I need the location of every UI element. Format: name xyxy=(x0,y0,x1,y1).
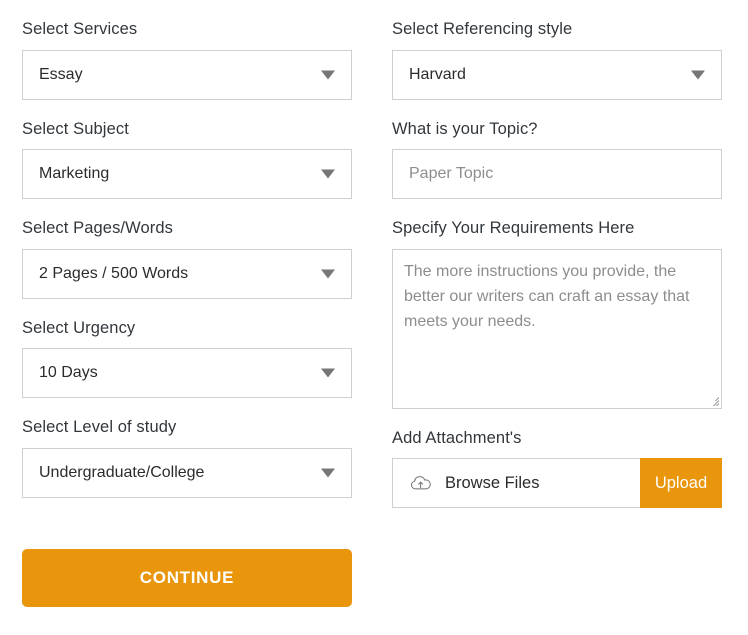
field-select-pages-words: Select Pages/Words 2 Pages / 500 Words xyxy=(22,199,352,299)
label-select-subject: Select Subject xyxy=(22,119,129,138)
topic-input-placeholder: Paper Topic xyxy=(409,165,494,182)
chevron-down-icon xyxy=(321,269,335,278)
select-referencing-style-dropdown[interactable]: Harvard xyxy=(392,49,722,100)
select-subject-dropdown[interactable]: Marketing xyxy=(22,149,352,199)
chevron-down-icon xyxy=(321,70,335,79)
field-select-services: Select Services Essay xyxy=(22,0,352,100)
field-select-subject: Select Subject Marketing xyxy=(22,100,352,199)
browse-files-label: Browse Files xyxy=(445,473,540,492)
form-left-column: Select Services Essay Select Subject Mar… xyxy=(22,0,352,498)
label-select-urgency: Select Urgency xyxy=(22,318,136,337)
select-pages-words-value: 2 Pages / 500 Words xyxy=(39,264,189,282)
select-level-of-study-value: Undergraduate/College xyxy=(39,463,205,481)
select-referencing-style-value: Harvard xyxy=(409,65,466,83)
topic-input[interactable]: Paper Topic xyxy=(392,149,722,199)
select-pages-words-dropdown[interactable]: 2 Pages / 500 Words xyxy=(22,248,352,299)
chevron-down-icon xyxy=(321,468,335,477)
chevron-down-icon xyxy=(321,169,335,179)
select-services-dropdown[interactable]: Essay xyxy=(22,49,352,100)
attachment-row: Browse Files Upload xyxy=(392,458,722,508)
form-right-column: Select Referencing style Harvard What is… xyxy=(392,0,722,508)
order-form: Select Services Essay Select Subject Mar… xyxy=(0,0,748,635)
select-level-of-study-dropdown[interactable]: Undergraduate/College xyxy=(22,447,352,498)
field-topic: What is your Topic? Paper Topic xyxy=(392,100,722,199)
field-select-referencing-style: Select Referencing style Harvard xyxy=(392,0,722,100)
browse-files-button[interactable]: Browse Files xyxy=(393,459,640,507)
label-requirements: Specify Your Requirements Here xyxy=(392,219,635,237)
field-attachments: Add Attachment's Browse Files Upload xyxy=(392,409,722,508)
label-topic: What is your Topic? xyxy=(392,119,538,138)
field-requirements: Specify Your Requirements Here The more … xyxy=(392,199,722,409)
field-select-urgency: Select Urgency 10 Days xyxy=(22,299,352,398)
cloud-upload-icon xyxy=(410,476,431,490)
select-subject-value: Marketing xyxy=(39,165,110,182)
resize-handle-icon[interactable] xyxy=(706,393,719,406)
select-urgency-dropdown[interactable]: 10 Days xyxy=(22,348,352,398)
continue-button[interactable]: CONTINUE xyxy=(22,549,352,607)
requirements-textarea[interactable]: The more instructions you provide, the b… xyxy=(392,248,722,409)
select-urgency-value: 10 Days xyxy=(39,364,98,381)
label-select-level-of-study: Select Level of study xyxy=(22,418,177,436)
label-select-pages-words: Select Pages/Words xyxy=(22,219,173,237)
chevron-down-icon xyxy=(321,368,335,378)
upload-button[interactable]: Upload xyxy=(640,458,722,508)
label-select-services: Select Services xyxy=(22,20,138,38)
select-services-value: Essay xyxy=(39,65,83,83)
label-select-referencing-style: Select Referencing style xyxy=(392,20,573,38)
label-add-attachments: Add Attachment's xyxy=(392,428,522,447)
chevron-down-icon xyxy=(691,70,705,79)
field-select-level-of-study: Select Level of study Undergraduate/Coll… xyxy=(22,398,352,498)
requirements-textarea-placeholder: The more instructions you provide, the b… xyxy=(404,262,690,330)
